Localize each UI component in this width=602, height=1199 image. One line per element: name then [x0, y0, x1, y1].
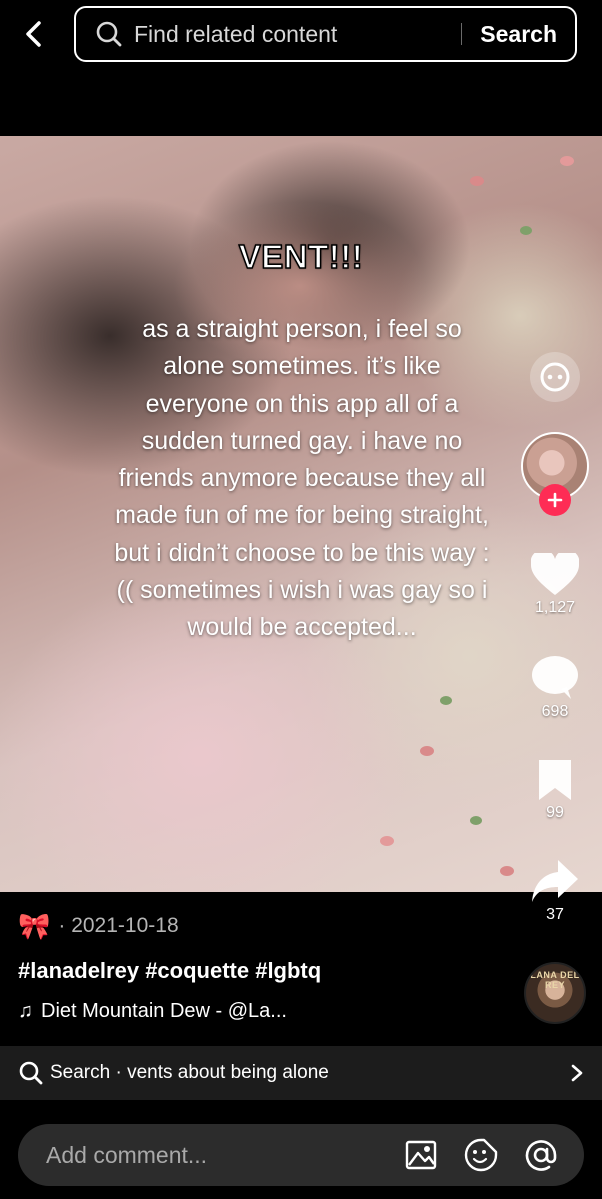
album-art-text: LANA DEL REY [530, 970, 580, 990]
image-icon [405, 1140, 437, 1170]
search-suggestion-text: Search · vents about being alone [50, 1062, 329, 1083]
chevron-right-icon [571, 1064, 583, 1082]
search-icon [96, 21, 122, 47]
video-caption-title: VENT!!! [238, 237, 364, 276]
music-title[interactable]: Diet Mountain Dew - @La... [41, 1000, 287, 1023]
floral-pattern [380, 836, 394, 846]
share-icon [532, 860, 578, 902]
post-meta: 🎀 · 2021-10-18 [18, 906, 518, 946]
floral-pattern [440, 696, 452, 705]
search-bar[interactable]: Find related content Search [74, 6, 577, 62]
floral-pattern [500, 866, 514, 876]
music-info[interactable]: ♫ Diet Mountain Dew - @La... [18, 1000, 287, 1023]
emoji-button[interactable] [464, 1138, 498, 1172]
like-count: 1,127 [534, 599, 576, 616]
image-button[interactable] [404, 1138, 438, 1172]
bookmark-button[interactable]: 99 [535, 758, 575, 822]
comment-button[interactable]: 698 [531, 655, 579, 721]
back-button[interactable] [16, 16, 52, 52]
emoji-icon [464, 1138, 498, 1172]
follow-button[interactable] [539, 484, 571, 516]
share-count: 37 [546, 906, 564, 923]
effect-icon [530, 352, 580, 402]
video-player[interactable]: VENT!!! as a straight person, i feel so … [0, 136, 602, 892]
search-input[interactable]: Find related content [134, 21, 461, 48]
mention-button[interactable] [524, 1138, 558, 1172]
bookmark-count: 99 [546, 804, 564, 821]
share-button[interactable]: 37 [530, 858, 580, 924]
search-icon [19, 1061, 43, 1085]
top-bar: Find related content Search [0, 0, 602, 70]
comment-count: 698 [541, 703, 569, 720]
search-divider [461, 23, 463, 45]
video-caption-text: as a straight person, i feel so alone so… [114, 315, 490, 642]
music-note-icon: ♫ [18, 1000, 33, 1022]
at-sign-icon [525, 1140, 557, 1171]
hashtags[interactable]: #lanadelrey #coquette #lgbtq [18, 958, 321, 984]
album-art[interactable]: LANA DEL REY [524, 962, 586, 1024]
floral-pattern [420, 746, 434, 756]
effect-button[interactable] [528, 350, 582, 404]
comment-icon [532, 656, 578, 699]
like-button[interactable]: 1,127 [531, 553, 579, 617]
floral-pattern [470, 816, 482, 825]
creator-avatar[interactable] [521, 432, 589, 516]
heart-icon [531, 553, 579, 595]
search-suggestion-bar[interactable]: Search · vents about being alone [0, 1046, 602, 1100]
comment-bar[interactable]: Add comment... [18, 1124, 584, 1186]
comment-input[interactable]: Add comment... [46, 1142, 404, 1169]
post-date: · 2021-10-18 [58, 914, 179, 937]
author-name[interactable]: 🎀 [18, 911, 50, 942]
floral-pattern [560, 156, 574, 166]
floral-pattern [470, 176, 484, 186]
search-button[interactable]: Search [480, 21, 557, 48]
floral-pattern [520, 226, 532, 235]
bookmark-icon [539, 760, 571, 800]
plus-icon [547, 492, 563, 508]
chevron-left-icon [26, 21, 41, 47]
